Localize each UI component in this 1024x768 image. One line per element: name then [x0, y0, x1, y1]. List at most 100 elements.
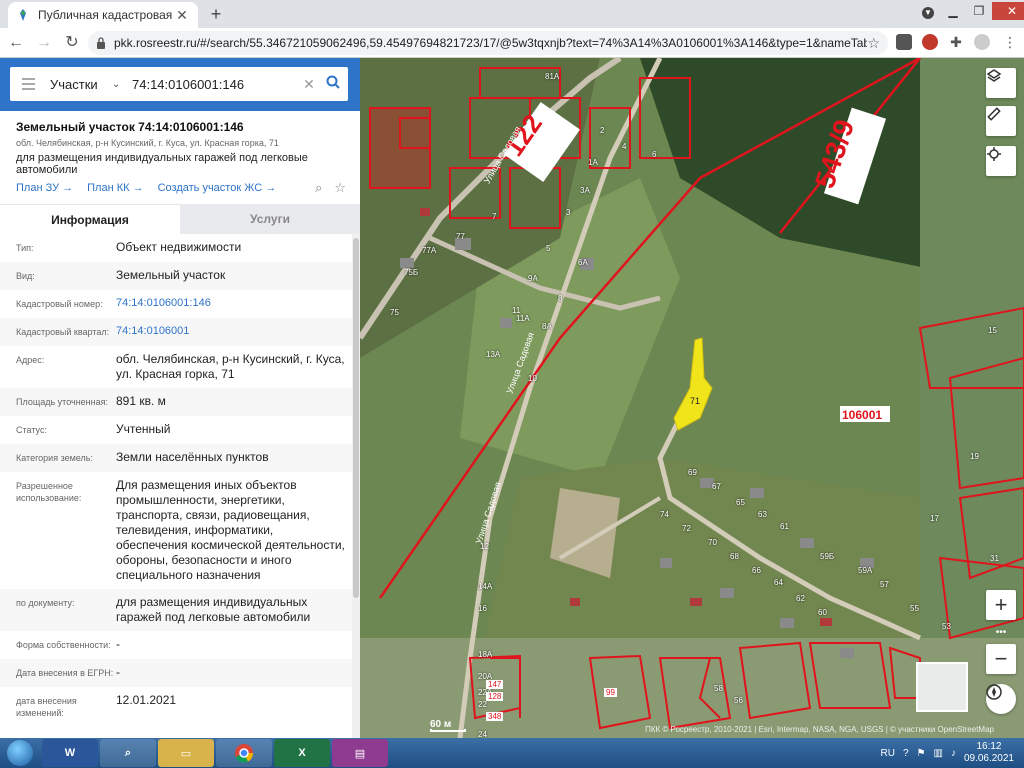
more-button[interactable]: ••• [986, 620, 1016, 644]
attribute-value: 12.01.2021 [116, 693, 177, 707]
chevron-down-icon[interactable]: ⌄ [112, 79, 126, 90]
map-attribution: ПКК © Росреестр, 2010-2021 | Esri, Inter… [645, 725, 994, 734]
attribute-key: Площадь уточненная: [16, 397, 108, 407]
minimize-button[interactable]: ▁ [940, 2, 966, 20]
house-number-label: 77 [456, 232, 465, 241]
house-number-label: 8 [558, 294, 563, 303]
windows-taskbar: W ⌕ ▭ X ▤ RU ? ⚑ ▥ ♪ 16:12 09.06.2021 [0, 738, 1024, 768]
attribute-row: Тип: Объект недвижимости [0, 234, 352, 262]
new-tab-button[interactable]: + [206, 4, 226, 24]
house-number-label: 11А [516, 314, 530, 323]
parcel-number-label: 128 [486, 692, 504, 701]
tab-close-icon[interactable]: ✕ [174, 7, 190, 24]
attribute-row: Адрес: обл. Челябинская, р-н Кусинский, г… [0, 346, 352, 388]
address-bar[interactable]: pkk.rosreestr.ru/#/search/55.34672105906… [88, 31, 888, 55]
tray-flag-icon[interactable]: ⚑ [917, 748, 926, 759]
excel-taskbar-icon[interactable]: X [274, 739, 330, 767]
house-number-label: 3А [580, 186, 590, 195]
bookmark-star-icon[interactable]: ☆ [867, 35, 880, 52]
zoom-in-button[interactable]: + [986, 590, 1016, 620]
clock-time: 16:12 [976, 741, 1002, 752]
attribute-value: Земельный участок [116, 268, 226, 282]
tab-title: Публичная кадастровая карта [38, 8, 174, 22]
extension-1-icon[interactable] [896, 34, 912, 50]
reload-button[interactable]: ↻ [60, 31, 84, 55]
house-number-label: 77А [422, 246, 437, 255]
house-number-label: 63 [758, 510, 767, 519]
search-input[interactable]: 74:14:0106001:146 [132, 77, 300, 92]
download-indicator-icon[interactable]: ▼ [922, 7, 934, 19]
house-number-label: 53 [942, 622, 951, 631]
browser-tab[interactable]: Публичная кадастровая карта ✕ [8, 2, 198, 28]
search-button[interactable] [318, 75, 348, 94]
magnifier-taskbar-icon[interactable]: ⌕ [100, 739, 156, 767]
plan-kk-link[interactable]: План КК → [87, 182, 143, 194]
ruler-icon [987, 107, 1001, 121]
compass-button[interactable] [986, 684, 1016, 714]
plan-zu-link[interactable]: План ЗУ → [16, 182, 73, 194]
house-number-label: 81А [545, 72, 560, 81]
clock[interactable]: 16:12 09.06.2021 [964, 741, 1014, 765]
word-taskbar-icon[interactable]: W [42, 739, 98, 767]
object-links: План ЗУ → План КК → Создать участок ЖС → [16, 182, 276, 194]
attribute-value-link[interactable]: 74:14:0106001:146 [116, 296, 352, 312]
basemap-preview[interactable] [916, 662, 968, 712]
search-type-select[interactable]: Участки [50, 77, 112, 92]
attribute-row: по документу: для размещения индивидуальн… [0, 589, 352, 631]
house-number-label: 18А [478, 650, 493, 659]
back-button[interactable]: ← [4, 31, 28, 55]
forward-button[interactable]: → [32, 31, 56, 55]
locate-button[interactable] [986, 146, 1016, 176]
close-window-button[interactable]: ✕ [992, 2, 1024, 20]
scrollbar-thumb[interactable] [353, 238, 359, 598]
house-number-label: 67 [712, 482, 721, 491]
start-button[interactable] [0, 738, 40, 768]
language-indicator[interactable]: RU [881, 748, 895, 759]
attribute-value: Для размещения иных объектов промышленно… [116, 478, 345, 582]
house-number-label: 57 [880, 580, 889, 589]
favorite-star-icon[interactable]: ☆ [334, 180, 346, 196]
panel-scrollbar[interactable] [352, 234, 360, 738]
tab-services[interactable]: Услуги [180, 204, 360, 234]
attribute-key: Кадастровый квартал: [16, 327, 110, 337]
house-number-label: 19 [970, 452, 979, 461]
extensions-puzzle-icon[interactable]: ✚ [948, 34, 964, 50]
attribute-value-link[interactable]: 74:14:0106001 [116, 324, 352, 340]
browser-menu-icon[interactable]: ⋮ [1002, 34, 1018, 50]
attribute-key: Категория земель: [16, 453, 93, 463]
parcel-label-71: 71 [690, 396, 701, 406]
house-number-label: 8А [542, 322, 552, 331]
extension-2-icon[interactable] [922, 34, 938, 50]
layers-button[interactable] [986, 68, 1016, 98]
search-box: Участки ⌄ 74:14:0106001:146 ✕ [10, 67, 348, 101]
tray-help-icon[interactable]: ? [903, 748, 909, 759]
profile-avatar[interactable] [974, 34, 990, 50]
zoom-out-button[interactable]: − [986, 644, 1016, 674]
zoom-to-object-icon[interactable]: ⌕ [315, 180, 322, 196]
attribute-row: Кадастровый номер: 74:14:0106001:146 [0, 290, 352, 318]
create-parcel-link[interactable]: Создать участок ЖС → [158, 182, 277, 194]
house-number-label: 70 [708, 538, 717, 547]
panel-tabs: Информация Услуги [0, 204, 360, 234]
restore-button[interactable]: ❐ [966, 2, 992, 20]
attribute-key: Тип: [16, 243, 34, 253]
house-number-label: 12 [480, 542, 489, 551]
winrar-taskbar-icon[interactable]: ▤ [332, 739, 388, 767]
menu-icon[interactable] [10, 67, 46, 101]
house-number-label: 74 [660, 510, 669, 519]
explorer-taskbar-icon[interactable]: ▭ [158, 739, 214, 767]
object-address: обл. Челябинская, р-н Кусинский, г. Куса… [16, 138, 279, 148]
house-number-label: 58 [714, 684, 723, 693]
tray-volume-icon[interactable]: ♪ [951, 748, 956, 759]
clear-search-icon[interactable]: ✕ [300, 76, 318, 93]
attribute-key: Дата внесения в ЕГРН: [16, 668, 114, 678]
attribute-key: дата внесения изменений: [16, 696, 77, 718]
object-title: Земельный участок 74:14:0106001:146 [16, 120, 244, 134]
chrome-taskbar-icon[interactable] [216, 739, 272, 767]
map-view[interactable]: 122 543/9 106001 71 Улица Садовая Улица … [360, 58, 1024, 738]
attribute-value: 891 кв. м [116, 394, 166, 408]
tab-information[interactable]: Информация [0, 204, 180, 234]
tray-network-icon[interactable]: ▥ [933, 748, 942, 759]
ruler-button[interactable] [986, 106, 1016, 136]
house-number-label: 59А [858, 566, 873, 575]
